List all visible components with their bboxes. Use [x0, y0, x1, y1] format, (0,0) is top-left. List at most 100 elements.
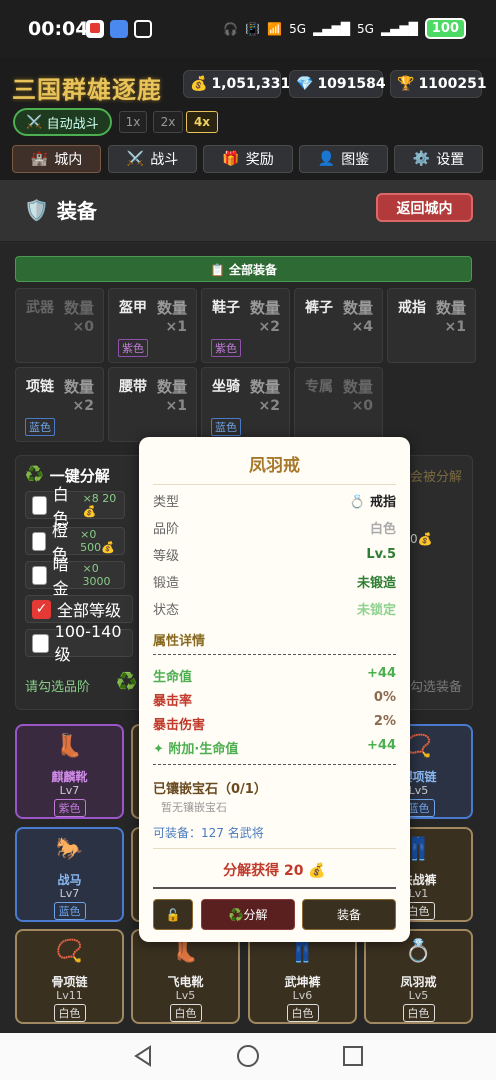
slot-card[interactable]: 专属 数量 ×0	[294, 367, 383, 442]
crossed-swords-icon: ⚔️	[126, 151, 145, 167]
status-bar: 00:04 🎧 📳 📶 5G ▂▄▆█ 5G ▂▄▆█ 100	[0, 0, 496, 58]
attribute-name: 暴击伤害	[153, 718, 206, 733]
gem-title: 已镶嵌宝石（0/1）	[153, 782, 267, 797]
system-nav-bar	[0, 1033, 496, 1080]
checkbox[interactable]	[32, 495, 47, 515]
checkbox[interactable]	[32, 565, 47, 585]
slot-count: ×0	[72, 319, 94, 335]
checkbox[interactable]	[32, 531, 46, 551]
attribute-row: 生命值 +44	[153, 666, 396, 686]
lock-button[interactable]: 🔓	[153, 899, 193, 930]
rarity-badge: 白色	[402, 1004, 435, 1022]
slot-card[interactable]: 武器 数量 ×0	[15, 288, 104, 363]
decompose-filter-row[interactable]: 暗金 ×0 3000	[25, 555, 125, 598]
tab-codex[interactable]: 👤 图鉴	[299, 145, 388, 173]
slot-qty-label: 数量	[63, 378, 94, 396]
tab-settings[interactable]: ⚙️ 设置	[394, 145, 483, 173]
slot-count: ×2	[258, 319, 280, 335]
tab-rewards[interactable]: 🎁 奖励	[203, 145, 293, 173]
speed-4x-button[interactable]: 4x	[186, 111, 218, 133]
gold-counter: 💰 1,051,331	[183, 70, 290, 98]
item-icon: 👢	[55, 734, 84, 759]
checkbox-checked[interactable]: ✓	[32, 599, 51, 619]
network-label-1: 5G	[289, 21, 307, 36]
decompose-filter-row[interactable]: ✓ 全部等级	[25, 595, 133, 623]
detail-row: 状态 未锁定	[153, 598, 396, 618]
crossed-swords-icon: ⚔️	[26, 114, 43, 130]
slot-card[interactable]: 鞋子 数量 ×2 紫色	[201, 288, 290, 363]
item-name: 战马	[57, 873, 82, 887]
item-name: 麒麟靴	[51, 770, 88, 784]
slot-card[interactable]: 腰带 数量 ×1	[108, 367, 197, 442]
wifi-icon: 📶	[267, 21, 283, 36]
back-icon[interactable]	[132, 1045, 154, 1067]
detail-value: 白色	[369, 521, 396, 537]
detail-key: 类型	[153, 494, 180, 510]
vibrate-icon: 📳	[245, 21, 261, 36]
inventory-item[interactable]: 👢 麒麟靴 Lv7 紫色	[15, 724, 124, 819]
item-icon: 👢	[171, 939, 200, 964]
rarity-badge: 紫色	[118, 339, 148, 357]
attr-title: 属性详情	[153, 634, 206, 649]
detail-value: Lv.5	[366, 546, 396, 562]
decompose-filter-row[interactable]: 100-140级	[25, 622, 133, 664]
inventory-item[interactable]: 👢 飞电靴 Lv5 白色	[131, 929, 240, 1024]
slot-name: 盔甲	[119, 300, 147, 316]
divider	[153, 887, 396, 889]
filter-label: 全部等级	[57, 601, 122, 620]
shield-icon: 🛡️	[24, 197, 49, 222]
speed-2x-button[interactable]: 2x	[153, 111, 183, 133]
slot-qty-label: 数量	[156, 378, 187, 396]
divider	[153, 654, 396, 655]
slot-card[interactable]: 坐骑 数量 ×2 蓝色	[201, 367, 290, 442]
rarity-badge: 蓝色	[53, 902, 86, 920]
diamond-counter: 💎 1091584	[289, 70, 386, 98]
slot-card[interactable]: 项链 数量 ×2 蓝色	[15, 367, 104, 442]
decompose-button[interactable]: ♻️分解	[201, 899, 295, 930]
checkbox[interactable]	[32, 633, 49, 653]
recents-icon[interactable]	[342, 1045, 364, 1067]
inventory-item[interactable]: 🐎 战马 Lv7 蓝色	[15, 827, 124, 922]
slot-name: 项链	[26, 379, 54, 395]
all-equipment-button[interactable]: 📋 全部装备	[15, 256, 472, 282]
item-name: 凤羽戒	[400, 975, 437, 989]
inventory-item[interactable]: 👖 武坤裤 Lv6 白色	[248, 929, 357, 1024]
trophy-icon: 🏆	[397, 76, 415, 92]
slot-card[interactable]: 裤子 数量 ×4	[294, 288, 383, 363]
decompose-hint: 会被分解	[410, 470, 463, 485]
rarity-badge: 紫色	[53, 799, 86, 817]
divider	[153, 484, 396, 485]
rarity-badge: 蓝色	[211, 418, 241, 436]
filter-count: ×0 500💰	[80, 528, 115, 554]
decompose-filter-row[interactable]: 白色 ×8 20💰	[25, 485, 125, 528]
clock: 00:04	[28, 18, 89, 40]
speed-1x-button[interactable]: 1x	[119, 111, 147, 133]
slot-card[interactable]: 戒指 数量 ×1	[387, 288, 476, 363]
item-icon: 💍	[404, 939, 433, 964]
attribute-name: 暴击率	[153, 694, 193, 709]
detail-key: 品阶	[153, 521, 180, 537]
back-to-city-button[interactable]: 返回城内	[376, 193, 473, 222]
item-level: Lv11	[56, 989, 83, 1002]
panel-title: 🛡️ 装备	[24, 197, 97, 224]
inventory-item[interactable]: 📿 骨项链 Lv11 白色	[15, 929, 124, 1024]
home-icon[interactable]	[236, 1044, 260, 1068]
tab-city[interactable]: 🏰 城内	[12, 145, 101, 173]
signal-icon: ▂▄▆█	[313, 21, 350, 36]
rarity-badge: 白色	[286, 1004, 319, 1022]
signal-icon-2: ▂▄▆█	[380, 21, 418, 36]
filter-label: 100-140级	[54, 621, 122, 664]
person-icon: 👤	[317, 151, 336, 167]
slot-count: ×4	[351, 319, 373, 335]
equip-button[interactable]: 装备	[302, 899, 396, 930]
slot-name: 戒指	[398, 300, 426, 316]
slot-card[interactable]: 盔甲 数量 ×1 紫色	[108, 288, 197, 363]
slot-count: ×1	[444, 319, 466, 335]
slot-qty-label: 数量	[156, 299, 187, 317]
tab-battle[interactable]: ⚔️ 战斗	[108, 145, 197, 173]
item-level: Lv5	[175, 989, 196, 1002]
inventory-item[interactable]: 💍 凤羽戒 Lv5 白色	[364, 929, 473, 1024]
gallery-app-icon	[134, 20, 152, 38]
auto-battle-toggle[interactable]: ⚔️ 自动战斗	[13, 108, 112, 136]
item-name: 骨项链	[51, 975, 88, 989]
